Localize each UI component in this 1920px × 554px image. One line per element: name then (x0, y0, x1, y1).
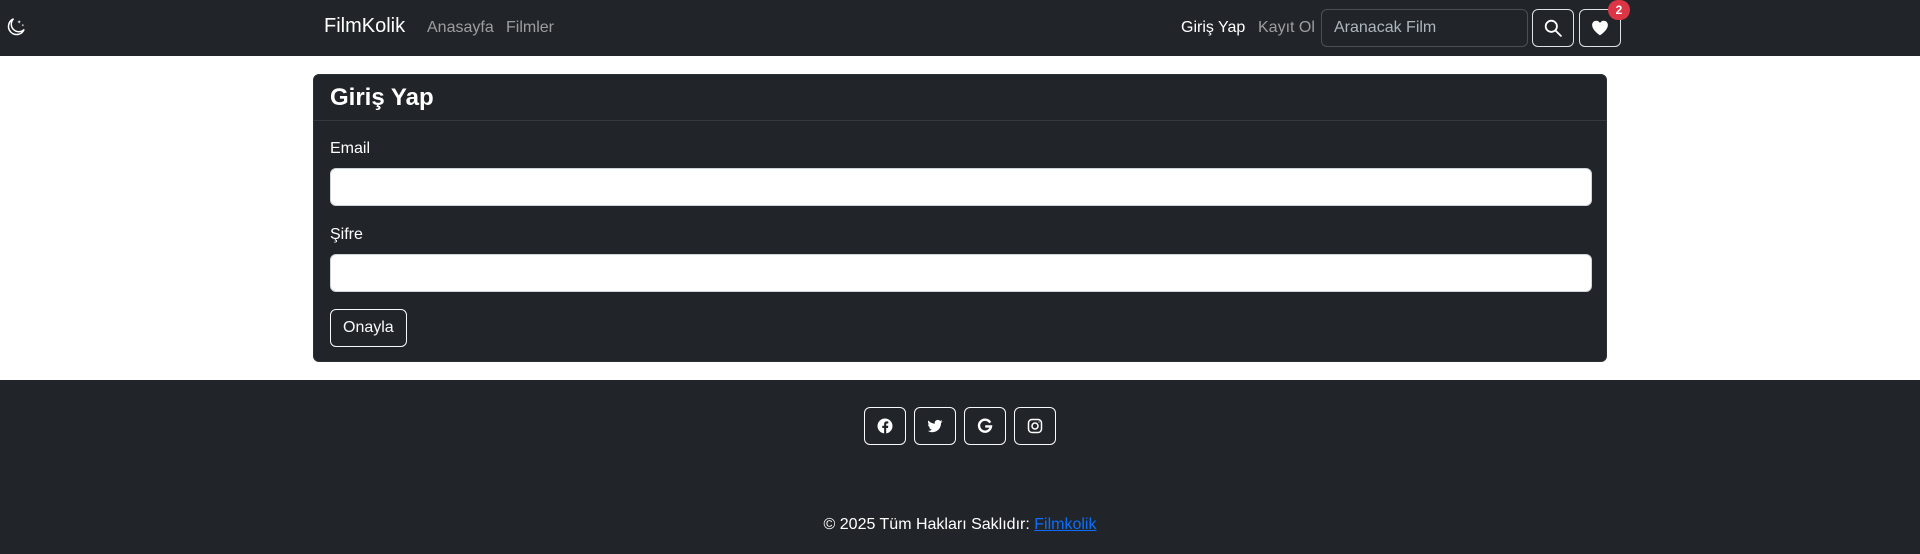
search-input[interactable] (1321, 9, 1528, 47)
facebook-icon (877, 418, 893, 434)
twitter-button[interactable] (914, 407, 956, 445)
moon-stars-icon[interactable] (6, 17, 26, 37)
google-button[interactable] (964, 407, 1006, 445)
copyright-text: © 2025 Tüm Hakları Saklıdır: (823, 516, 1035, 533)
favorites-count-badge: 2 (1608, 0, 1630, 20)
nav-link-login[interactable]: Giriş Yap (1181, 19, 1245, 37)
heart-icon (1592, 20, 1608, 36)
brand-logo[interactable]: FilmKolik (324, 15, 405, 38)
facebook-button[interactable] (864, 407, 906, 445)
twitter-icon (927, 419, 943, 433)
search-button[interactable] (1532, 9, 1574, 47)
submit-button[interactable]: Onayla (330, 309, 407, 347)
password-field[interactable] (330, 254, 1592, 292)
nav-link-films[interactable]: Filmler (506, 19, 554, 37)
password-label: Şifre (330, 226, 363, 243)
google-icon (977, 418, 993, 433)
instagram-button[interactable] (1014, 407, 1056, 445)
navbar: FilmKolik Anasayfa Filmler Giriş Yap Kay… (0, 0, 1920, 56)
email-label: Email (330, 140, 371, 157)
page-title: Giriş Yap (330, 84, 434, 111)
nav-link-home[interactable]: Anasayfa (427, 19, 494, 37)
footer: © 2025 Tüm Hakları Saklıdır: Filmkolik (0, 380, 1920, 554)
copyright: © 2025 Tüm Hakları Saklıdır: Filmkolik (0, 516, 1920, 534)
search-icon (1544, 19, 1562, 37)
copyright-link[interactable]: Filmkolik (1034, 516, 1096, 533)
instagram-icon (1027, 418, 1043, 434)
card-header: Giriş Yap (314, 75, 1606, 121)
nav-link-register[interactable]: Kayıt Ol (1258, 19, 1315, 37)
email-field[interactable] (330, 168, 1592, 206)
login-card: Giriş Yap Email Şifre Onayla (313, 74, 1607, 362)
